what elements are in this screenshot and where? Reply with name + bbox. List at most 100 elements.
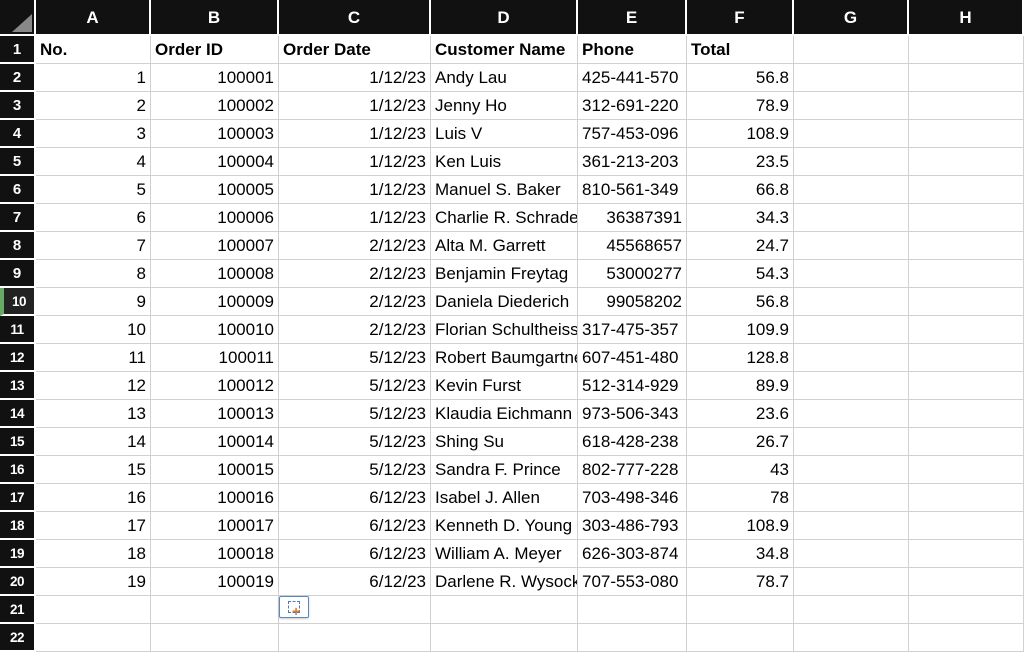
header-cell-orderid[interactable]: Order ID bbox=[151, 36, 279, 64]
cell-empty-G[interactable] bbox=[794, 120, 909, 148]
cell-phone[interactable]: 45568657 bbox=[578, 232, 687, 260]
cell-orderdate[interactable]: 2/12/23 bbox=[279, 232, 431, 260]
cell-empty-G[interactable] bbox=[794, 512, 909, 540]
cell-no[interactable]: 15 bbox=[36, 456, 151, 484]
cell-orderdate[interactable]: 6/12/23 bbox=[279, 512, 431, 540]
cell-customer[interactable]: Alta M. Garrett bbox=[431, 232, 578, 260]
cell-empty-H[interactable] bbox=[909, 568, 1024, 596]
cell-customer[interactable]: Shing Su bbox=[431, 428, 578, 456]
cell-orderid[interactable]: 100001 bbox=[151, 64, 279, 92]
cell-total[interactable]: 26.7 bbox=[687, 428, 794, 456]
cell-no[interactable]: 18 bbox=[36, 540, 151, 568]
autofill-options-button[interactable]: + bbox=[279, 596, 309, 618]
cell-phone[interactable]: 757-453-096 bbox=[578, 120, 687, 148]
cell-customer[interactable]: Jenny Ho bbox=[431, 92, 578, 120]
cell-no[interactable]: 2 bbox=[36, 92, 151, 120]
cell-empty-G[interactable] bbox=[794, 176, 909, 204]
cell-phone[interactable]: 53000277 bbox=[578, 260, 687, 288]
cell-phone[interactable]: 810-561-349 bbox=[578, 176, 687, 204]
header-cell-no[interactable]: No. bbox=[36, 36, 151, 64]
cell-no[interactable]: 8 bbox=[36, 260, 151, 288]
cell-no[interactable]: 6 bbox=[36, 204, 151, 232]
cell-orderdate[interactable]: 2/12/23 bbox=[279, 316, 431, 344]
cell-orderid[interactable]: 100004 bbox=[151, 148, 279, 176]
cell-customer[interactable]: Kevin Furst bbox=[431, 372, 578, 400]
cell-customer[interactable]: Sandra F. Prince bbox=[431, 456, 578, 484]
cell-empty-G[interactable] bbox=[794, 484, 909, 512]
cell-empty[interactable] bbox=[794, 596, 909, 624]
cell-empty[interactable] bbox=[151, 596, 279, 624]
cell-total[interactable]: 56.8 bbox=[687, 288, 794, 316]
row-header-12[interactable]: 12 bbox=[0, 344, 36, 372]
cell-no[interactable]: 1 bbox=[36, 64, 151, 92]
header-cell-total[interactable]: Total bbox=[687, 36, 794, 64]
cell-empty-G[interactable] bbox=[794, 428, 909, 456]
row-header-10[interactable]: 10 bbox=[0, 288, 36, 316]
cell-customer[interactable]: Florian Schultheiss bbox=[431, 316, 578, 344]
cell-no[interactable]: 5 bbox=[36, 176, 151, 204]
cell-customer[interactable]: Darlene R. Wysocki bbox=[431, 568, 578, 596]
row-header-17[interactable]: 17 bbox=[0, 484, 36, 512]
cell-orderdate[interactable]: 6/12/23 bbox=[279, 540, 431, 568]
header-cell-orderdate[interactable]: Order Date bbox=[279, 36, 431, 64]
cell-empty[interactable] bbox=[909, 596, 1024, 624]
cell-orderid[interactable]: 100018 bbox=[151, 540, 279, 568]
cell-no[interactable]: 7 bbox=[36, 232, 151, 260]
cell-empty-G[interactable] bbox=[794, 64, 909, 92]
cell-total[interactable]: 43 bbox=[687, 456, 794, 484]
cell-empty-G[interactable] bbox=[794, 540, 909, 568]
row-header-3[interactable]: 3 bbox=[0, 92, 36, 120]
row-header-15[interactable]: 15 bbox=[0, 428, 36, 456]
cell-total[interactable]: 56.8 bbox=[687, 64, 794, 92]
row-header-20[interactable]: 20 bbox=[0, 568, 36, 596]
row-header-18[interactable]: 18 bbox=[0, 512, 36, 540]
col-header-C[interactable]: C bbox=[279, 0, 431, 36]
cell-empty[interactable] bbox=[687, 596, 794, 624]
cell-phone[interactable]: 312-691-220 bbox=[578, 92, 687, 120]
cell-phone[interactable]: 425-441-570 bbox=[578, 64, 687, 92]
cell-orderid[interactable]: 100015 bbox=[151, 456, 279, 484]
cell-customer[interactable]: Benjamin Freytag bbox=[431, 260, 578, 288]
cell-total[interactable]: 89.9 bbox=[687, 372, 794, 400]
cell-empty-G[interactable] bbox=[794, 316, 909, 344]
cell-phone[interactable]: 99058202 bbox=[578, 288, 687, 316]
header-cell-customer[interactable]: Customer Name bbox=[431, 36, 578, 64]
cell-customer[interactable]: Daniela Diederich bbox=[431, 288, 578, 316]
cell-customer[interactable]: Charlie R. Schrader bbox=[431, 204, 578, 232]
col-header-B[interactable]: B bbox=[151, 0, 279, 36]
cell-no[interactable]: 12 bbox=[36, 372, 151, 400]
row-header-11[interactable]: 11 bbox=[0, 316, 36, 344]
cell-total[interactable]: 78 bbox=[687, 484, 794, 512]
cell-phone[interactable]: 36387391 bbox=[578, 204, 687, 232]
cell-total[interactable]: 23.5 bbox=[687, 148, 794, 176]
cell-orderid[interactable]: 100002 bbox=[151, 92, 279, 120]
cell-empty-H[interactable] bbox=[909, 64, 1024, 92]
cell-empty-G[interactable] bbox=[794, 204, 909, 232]
cell-empty-H[interactable] bbox=[909, 260, 1024, 288]
row-header-4[interactable]: 4 bbox=[0, 120, 36, 148]
cell-total[interactable]: 23.6 bbox=[687, 400, 794, 428]
cell-customer[interactable]: Ken Luis bbox=[431, 148, 578, 176]
cell-total[interactable]: 108.9 bbox=[687, 120, 794, 148]
cell-phone[interactable]: 973-506-343 bbox=[578, 400, 687, 428]
cell-phone[interactable]: 361-213-203 bbox=[578, 148, 687, 176]
cell-no[interactable]: 10 bbox=[36, 316, 151, 344]
col-header-E[interactable]: E bbox=[578, 0, 687, 36]
row-header-14[interactable]: 14 bbox=[0, 400, 36, 428]
cell-empty-H[interactable] bbox=[909, 428, 1024, 456]
select-all-corner[interactable] bbox=[0, 0, 36, 36]
cell-orderdate[interactable]: 1/12/23 bbox=[279, 92, 431, 120]
cell-phone[interactable]: 317-475-357 bbox=[578, 316, 687, 344]
cell-empty-H[interactable] bbox=[909, 456, 1024, 484]
cell-empty-G[interactable] bbox=[794, 456, 909, 484]
cell-orderid[interactable]: 100003 bbox=[151, 120, 279, 148]
cell-phone[interactable]: 703-498-346 bbox=[578, 484, 687, 512]
row-header-19[interactable]: 19 bbox=[0, 540, 36, 568]
cell-empty-H[interactable] bbox=[909, 372, 1024, 400]
row-header-13[interactable]: 13 bbox=[0, 372, 36, 400]
row-header-6[interactable]: 6 bbox=[0, 176, 36, 204]
cell-phone[interactable]: 607-451-480 bbox=[578, 344, 687, 372]
cell-no[interactable]: 16 bbox=[36, 484, 151, 512]
cell-phone[interactable]: 512-314-929 bbox=[578, 372, 687, 400]
cell-customer[interactable]: Klaudia Eichmann bbox=[431, 400, 578, 428]
